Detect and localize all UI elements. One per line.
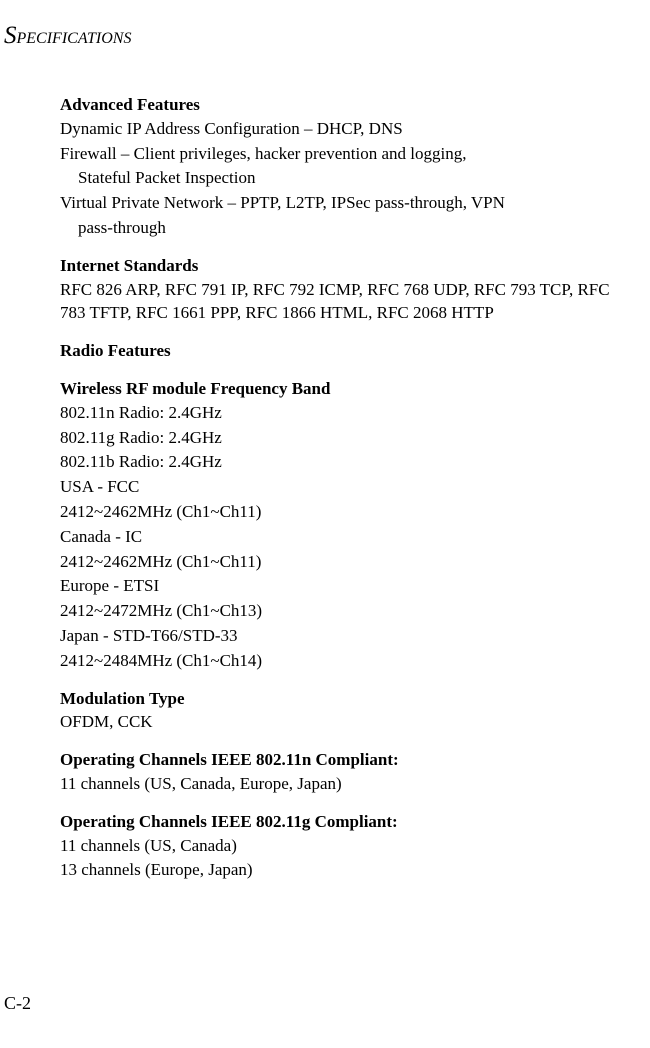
heading-wireless-band: Wireless RF module Frequency Band [60, 377, 622, 401]
text-line: 802.11b Radio: 2.4GHz [60, 450, 622, 474]
text-line-indent: Stateful Packet Inspection [60, 166, 622, 190]
text-line: Dynamic IP Address Configuration – DHCP,… [60, 117, 622, 141]
text-line: 2412~2462MHz (Ch1~Ch11) [60, 500, 622, 524]
text-line: 802.11g Radio: 2.4GHz [60, 426, 622, 450]
section-channels-n: Operating Channels IEEE 802.11n Complian… [60, 748, 622, 796]
heading-radio-features: Radio Features [60, 339, 622, 363]
section-wireless-band: Wireless RF module Frequency Band 802.11… [60, 377, 622, 673]
text-line: Europe - ETSI [60, 574, 622, 598]
page-content: Advanced Features Dynamic IP Address Con… [0, 53, 650, 882]
section-modulation: Modulation Type OFDM, CCK [60, 687, 622, 735]
text-line: 11 channels (US, Canada, Europe, Japan) [60, 772, 622, 796]
text-line: USA - FCC [60, 475, 622, 499]
page-header: SPECIFICATIONS [0, 0, 650, 53]
section-channels-g: Operating Channels IEEE 802.11g Complian… [60, 810, 622, 882]
text-line: Firewall – Client privileges, hacker pre… [60, 142, 622, 166]
heading-internet-standards: Internet Standards [60, 254, 622, 278]
text-line: 13 channels (Europe, Japan) [60, 858, 622, 882]
text-line: OFDM, CCK [60, 710, 622, 734]
heading-channels-g: Operating Channels IEEE 802.11g Complian… [60, 810, 622, 834]
text-line: 2412~2462MHz (Ch1~Ch11) [60, 550, 622, 574]
text-line: 2412~2472MHz (Ch1~Ch13) [60, 599, 622, 623]
heading-channels-n: Operating Channels IEEE 802.11n Complian… [60, 748, 622, 772]
section-advanced-features: Advanced Features Dynamic IP Address Con… [60, 93, 622, 240]
text-line: 2412~2484MHz (Ch1~Ch14) [60, 649, 622, 673]
header-rest: PECIFICATIONS [17, 30, 132, 47]
section-radio-features: Radio Features [60, 339, 622, 363]
text-line: RFC 826 ARP, RFC 791 IP, RFC 792 ICMP, R… [60, 278, 622, 326]
text-line: Japan - STD-T66/STD-33 [60, 624, 622, 648]
text-line: Canada - IC [60, 525, 622, 549]
text-line: Virtual Private Network – PPTP, L2TP, IP… [60, 191, 622, 215]
text-line-indent: pass-through [60, 216, 622, 240]
header-first-letter: S [4, 22, 17, 49]
page-number: C-2 [4, 991, 31, 1016]
heading-advanced-features: Advanced Features [60, 93, 622, 117]
section-internet-standards: Internet Standards RFC 826 ARP, RFC 791 … [60, 254, 622, 325]
heading-modulation: Modulation Type [60, 687, 622, 711]
text-line: 802.11n Radio: 2.4GHz [60, 401, 622, 425]
text-line: 11 channels (US, Canada) [60, 834, 622, 858]
